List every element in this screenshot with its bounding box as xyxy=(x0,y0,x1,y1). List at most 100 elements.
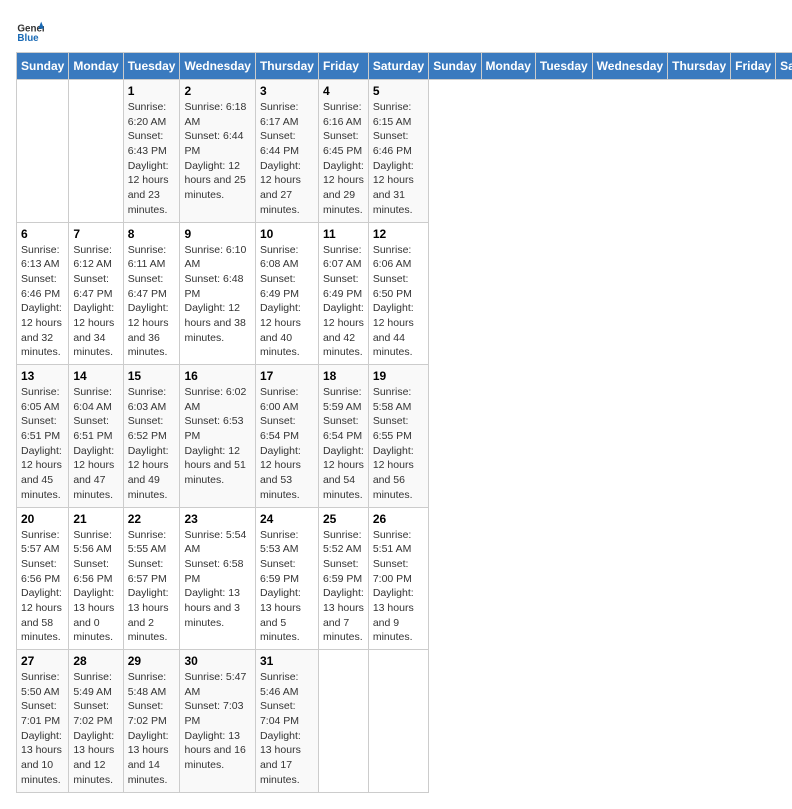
day-number: 11 xyxy=(323,227,364,241)
calendar-cell: 2 Sunrise: 6:18 AM Sunset: 6:44 PM Dayli… xyxy=(180,80,255,223)
calendar-cell: 21 Sunrise: 5:56 AM Sunset: 6:56 PM Dayl… xyxy=(69,507,123,650)
day-info: Sunrise: 5:53 AM Sunset: 6:59 PM Dayligh… xyxy=(260,528,314,646)
day-info: Sunrise: 6:11 AM Sunset: 6:47 PM Dayligh… xyxy=(128,243,176,361)
day-number: 1 xyxy=(128,84,176,98)
day-number: 9 xyxy=(184,227,250,241)
calendar-cell: 29 Sunrise: 5:48 AM Sunset: 7:02 PM Dayl… xyxy=(123,650,180,793)
calendar-cell: 18 Sunrise: 5:59 AM Sunset: 6:54 PM Dayl… xyxy=(318,365,368,508)
day-number: 3 xyxy=(260,84,314,98)
calendar-cell: 1 Sunrise: 6:20 AM Sunset: 6:43 PM Dayli… xyxy=(123,80,180,223)
day-number: 21 xyxy=(73,512,118,526)
calendar-cell: 14 Sunrise: 6:04 AM Sunset: 6:51 PM Dayl… xyxy=(69,365,123,508)
day-info: Sunrise: 6:17 AM Sunset: 6:44 PM Dayligh… xyxy=(260,100,314,218)
day-number: 26 xyxy=(373,512,424,526)
calendar-cell: 30 Sunrise: 5:47 AM Sunset: 7:03 PM Dayl… xyxy=(180,650,255,793)
day-info: Sunrise: 6:08 AM Sunset: 6:49 PM Dayligh… xyxy=(260,243,314,361)
calendar-cell: 23 Sunrise: 5:54 AM Sunset: 6:58 PM Dayl… xyxy=(180,507,255,650)
header-row: SundayMondayTuesdayWednesdayThursdayFrid… xyxy=(17,53,792,80)
day-number: 31 xyxy=(260,654,314,668)
day-number: 13 xyxy=(21,369,64,383)
col-header-thursday: Thursday xyxy=(255,53,318,80)
day-info: Sunrise: 6:05 AM Sunset: 6:51 PM Dayligh… xyxy=(21,385,64,503)
calendar-cell: 20 Sunrise: 5:57 AM Sunset: 6:56 PM Dayl… xyxy=(17,507,69,650)
calendar-cell: 7 Sunrise: 6:12 AM Sunset: 6:47 PM Dayli… xyxy=(69,222,123,365)
day-number: 14 xyxy=(73,369,118,383)
day-number: 2 xyxy=(184,84,250,98)
calendar-cell xyxy=(17,80,69,223)
day-number: 29 xyxy=(128,654,176,668)
col-header-saturday: Saturday xyxy=(368,53,428,80)
week-row-1: 1 Sunrise: 6:20 AM Sunset: 6:43 PM Dayli… xyxy=(17,80,792,223)
col-header-wednesday: Wednesday xyxy=(180,53,255,80)
day-info: Sunrise: 5:58 AM Sunset: 6:55 PM Dayligh… xyxy=(373,385,424,503)
day-info: Sunrise: 6:03 AM Sunset: 6:52 PM Dayligh… xyxy=(128,385,176,503)
day-info: Sunrise: 5:49 AM Sunset: 7:02 PM Dayligh… xyxy=(73,670,118,788)
logo: General Blue xyxy=(16,16,44,44)
col-header-thursday: Thursday xyxy=(668,53,731,80)
day-info: Sunrise: 5:48 AM Sunset: 7:02 PM Dayligh… xyxy=(128,670,176,788)
day-number: 7 xyxy=(73,227,118,241)
col-header-wednesday: Wednesday xyxy=(592,53,667,80)
calendar-cell: 9 Sunrise: 6:10 AM Sunset: 6:48 PM Dayli… xyxy=(180,222,255,365)
col-header-monday: Monday xyxy=(481,53,535,80)
day-number: 6 xyxy=(21,227,64,241)
day-info: Sunrise: 6:07 AM Sunset: 6:49 PM Dayligh… xyxy=(323,243,364,361)
calendar-cell: 28 Sunrise: 5:49 AM Sunset: 7:02 PM Dayl… xyxy=(69,650,123,793)
col-header-saturday: Saturday xyxy=(776,53,792,80)
calendar-cell: 25 Sunrise: 5:52 AM Sunset: 6:59 PM Dayl… xyxy=(318,507,368,650)
calendar-cell: 19 Sunrise: 5:58 AM Sunset: 6:55 PM Dayl… xyxy=(368,365,428,508)
day-number: 18 xyxy=(323,369,364,383)
day-info: Sunrise: 6:15 AM Sunset: 6:46 PM Dayligh… xyxy=(373,100,424,218)
calendar-cell: 6 Sunrise: 6:13 AM Sunset: 6:46 PM Dayli… xyxy=(17,222,69,365)
col-header-sunday: Sunday xyxy=(17,53,69,80)
day-number: 16 xyxy=(184,369,250,383)
day-info: Sunrise: 6:10 AM Sunset: 6:48 PM Dayligh… xyxy=(184,243,250,346)
calendar-table: SundayMondayTuesdayWednesdayThursdayFrid… xyxy=(16,52,792,793)
day-number: 17 xyxy=(260,369,314,383)
day-info: Sunrise: 6:13 AM Sunset: 6:46 PM Dayligh… xyxy=(21,243,64,361)
day-info: Sunrise: 6:12 AM Sunset: 6:47 PM Dayligh… xyxy=(73,243,118,361)
col-header-tuesday: Tuesday xyxy=(123,53,180,80)
day-info: Sunrise: 5:56 AM Sunset: 6:56 PM Dayligh… xyxy=(73,528,118,646)
col-header-friday: Friday xyxy=(731,53,776,80)
calendar-cell: 5 Sunrise: 6:15 AM Sunset: 6:46 PM Dayli… xyxy=(368,80,428,223)
day-number: 25 xyxy=(323,512,364,526)
day-info: Sunrise: 6:00 AM Sunset: 6:54 PM Dayligh… xyxy=(260,385,314,503)
day-info: Sunrise: 6:06 AM Sunset: 6:50 PM Dayligh… xyxy=(373,243,424,361)
calendar-cell xyxy=(368,650,428,793)
week-row-5: 27 Sunrise: 5:50 AM Sunset: 7:01 PM Dayl… xyxy=(17,650,792,793)
day-number: 10 xyxy=(260,227,314,241)
calendar-cell: 12 Sunrise: 6:06 AM Sunset: 6:50 PM Dayl… xyxy=(368,222,428,365)
calendar-cell: 15 Sunrise: 6:03 AM Sunset: 6:52 PM Dayl… xyxy=(123,365,180,508)
day-info: Sunrise: 5:55 AM Sunset: 6:57 PM Dayligh… xyxy=(128,528,176,646)
day-info: Sunrise: 6:18 AM Sunset: 6:44 PM Dayligh… xyxy=(184,100,250,203)
calendar-cell: 4 Sunrise: 6:16 AM Sunset: 6:45 PM Dayli… xyxy=(318,80,368,223)
day-info: Sunrise: 5:50 AM Sunset: 7:01 PM Dayligh… xyxy=(21,670,64,788)
calendar-cell: 31 Sunrise: 5:46 AM Sunset: 7:04 PM Dayl… xyxy=(255,650,318,793)
day-number: 5 xyxy=(373,84,424,98)
week-row-4: 20 Sunrise: 5:57 AM Sunset: 6:56 PM Dayl… xyxy=(17,507,792,650)
day-info: Sunrise: 5:46 AM Sunset: 7:04 PM Dayligh… xyxy=(260,670,314,788)
col-header-friday: Friday xyxy=(318,53,368,80)
day-info: Sunrise: 6:16 AM Sunset: 6:45 PM Dayligh… xyxy=(323,100,364,218)
day-info: Sunrise: 5:54 AM Sunset: 6:58 PM Dayligh… xyxy=(184,528,250,631)
day-number: 12 xyxy=(373,227,424,241)
calendar-cell: 13 Sunrise: 6:05 AM Sunset: 6:51 PM Dayl… xyxy=(17,365,69,508)
calendar-cell: 26 Sunrise: 5:51 AM Sunset: 7:00 PM Dayl… xyxy=(368,507,428,650)
day-info: Sunrise: 5:47 AM Sunset: 7:03 PM Dayligh… xyxy=(184,670,250,773)
day-number: 24 xyxy=(260,512,314,526)
calendar-cell: 24 Sunrise: 5:53 AM Sunset: 6:59 PM Dayl… xyxy=(255,507,318,650)
day-number: 28 xyxy=(73,654,118,668)
page-header: General Blue xyxy=(16,16,776,44)
day-number: 19 xyxy=(373,369,424,383)
calendar-cell: 27 Sunrise: 5:50 AM Sunset: 7:01 PM Dayl… xyxy=(17,650,69,793)
day-info: Sunrise: 5:51 AM Sunset: 7:00 PM Dayligh… xyxy=(373,528,424,646)
calendar-cell: 11 Sunrise: 6:07 AM Sunset: 6:49 PM Dayl… xyxy=(318,222,368,365)
logo-icon: General Blue xyxy=(16,16,44,44)
day-number: 23 xyxy=(184,512,250,526)
day-number: 22 xyxy=(128,512,176,526)
day-number: 4 xyxy=(323,84,364,98)
day-number: 20 xyxy=(21,512,64,526)
calendar-cell: 22 Sunrise: 5:55 AM Sunset: 6:57 PM Dayl… xyxy=(123,507,180,650)
calendar-cell: 17 Sunrise: 6:00 AM Sunset: 6:54 PM Dayl… xyxy=(255,365,318,508)
